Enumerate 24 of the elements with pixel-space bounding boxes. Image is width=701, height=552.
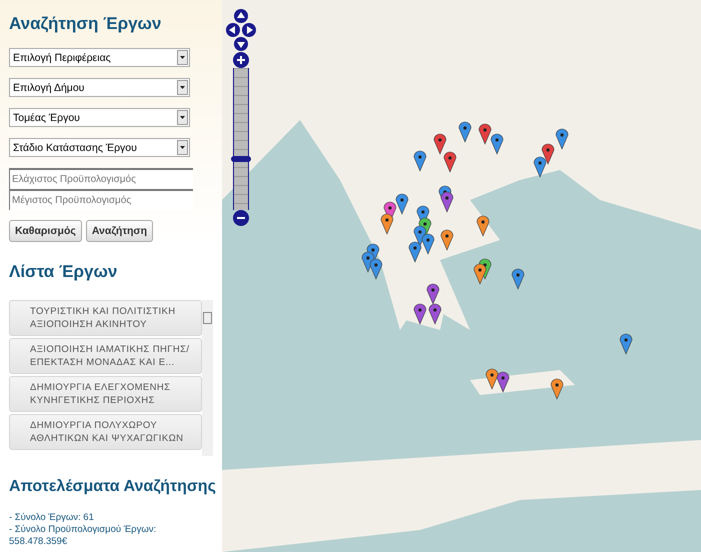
input-field[interactable]: Μέγιστος Προϋπολογισμός	[9, 189, 193, 210]
action-button[interactable]: Καθαρισμός	[9, 220, 82, 242]
project-item[interactable]: ΔΗΜΙΟΥΡΓΙΑ ΠΟΛΥΧΩΡΟΥ ΑΘΛΗΤΙΚΩΝ ΚΑΙ ΨΥΧΑΓΩΓΙΚΩΝ	[9, 414, 202, 450]
dropdown[interactable]: Επιλογή Περιφέρειας	[9, 48, 190, 67]
zoom-in-icon[interactable]	[233, 52, 249, 68]
input-field[interactable]: Ελάχιστος Προϋπολογισμός	[9, 168, 193, 189]
dropdown[interactable]: Επιλογή Δήμου	[9, 78, 190, 97]
pan-control-icon[interactable]	[226, 8, 256, 52]
project-item[interactable]: ΤΟΥΡΙΣΤΙΚΗ ΚΑΙ ΠΟΛΙΤΙΣΤΙΚΗ ΑΞΙΟΠΟΙΗΣΗ ΑΚΙΝΗΤΟΥ	[9, 300, 202, 336]
result-line: - Σύνολο Προϋπολογισμού Έργων:	[9, 524, 158, 536]
scrollbar[interactable]	[202, 300, 213, 456]
zoom-slider[interactable]	[233, 68, 249, 210]
result-line: - Σύνολο Έργων: 61	[9, 512, 95, 524]
dropdown[interactable]: Τομέας Έργου	[9, 108, 190, 127]
action-button[interactable]: Αναζήτηση	[86, 220, 154, 242]
dropdown[interactable]: Στάδιο Κατάστασης Έργου	[9, 138, 190, 157]
zoom-handle[interactable]	[231, 156, 251, 162]
zoom-out-icon[interactable]	[233, 210, 249, 226]
results-title: Αποτελέσματα Αναζήτησης	[9, 478, 214, 496]
list-title: Λίστα Έργων	[9, 262, 118, 282]
search-title: Αναζήτηση Έργων	[9, 14, 162, 34]
project-item[interactable]: ΔΗΜΙΟΥΡΓΙΑ ΕΛΕΓΧΟΜΕΝΗΣ ΚΥΝΗΓΕΤΙΚΗΣ ΠΕΡΙΟΧΗΣ	[9, 376, 202, 412]
project-item[interactable]: ΑΞΙΟΠΟΙΗΣΗ ΙΑΜΑΤΙΚΗΣ ΠΗΓΗΣ/ ΕΠΕΚΤΑΣΗ ΜΟΝΑΔΑΣ ΚΑΙ Ε...	[9, 338, 202, 374]
result-line: 558.478.359€	[9, 536, 68, 548]
